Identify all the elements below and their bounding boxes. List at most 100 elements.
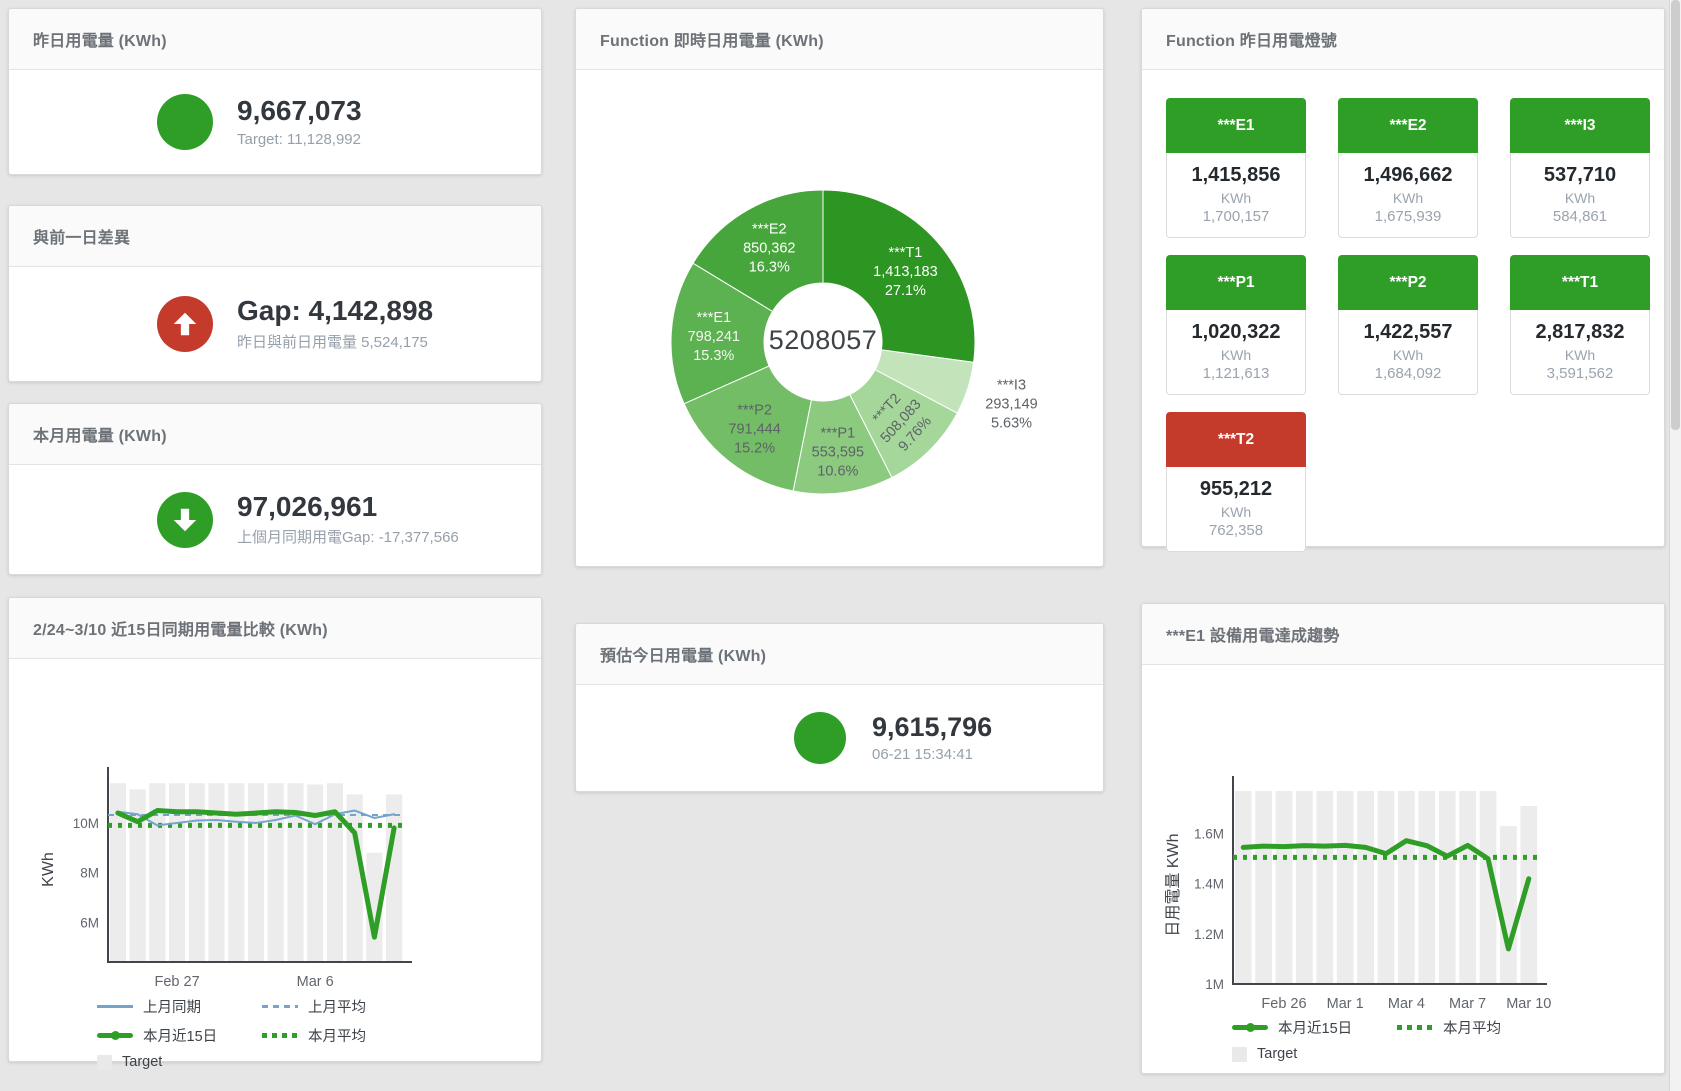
page-scrollbar[interactable] [1669,0,1681,1091]
legend-label: 上月同期 [143,996,201,1017]
month-usage-value: 97,026,961 [237,492,459,523]
light-tile-t1: ***T1 2,817,832KWh3,591,562 [1510,255,1650,395]
panel-e1-trend: ***E1 設備用電達成趨勢 1M1.2M1.4M1.6MFeb 26Mar 1… [1141,603,1665,1074]
legend-label: Target [122,1054,162,1070]
square-swatch-icon [97,1055,112,1070]
tile-value: 1,422,557 [1343,321,1473,344]
tile-unit: KWh [1171,347,1301,363]
legend-item[interactable]: 本月近15日 [1232,1017,1397,1038]
y-tick-label: 1.6M [1194,827,1224,842]
tile-value: 537,710 [1515,164,1645,187]
y-tick-label: 8M [80,866,99,881]
panel-realtime-donut: Function 即時日用電量 (KWh) ***T11,413,18327.1… [575,8,1104,567]
scrollbar-thumb[interactable] [1671,0,1680,430]
tile-value: 2,817,832 [1515,321,1645,344]
panel-title[interactable]: 昨日用電量 (KWh) [33,27,167,51]
x-tick-label: Mar 10 [1506,996,1551,1010]
month-usage-gap: 上個月同期用電Gap: -17,377,566 [237,526,459,547]
compare-line-chart[interactable]: 6M8M10MFeb 27Mar 6KWh [9,659,539,989]
panel-title[interactable]: Function 即時日用電量 (KWh) [600,27,824,51]
light-tile-t2: ***T2 955,212KWh762,358 [1166,412,1306,552]
panel-header: 本月用電量 (KWh) [9,404,541,465]
tile-target: 762,358 [1171,522,1301,539]
legend-item[interactable]: 上月平均 [262,996,437,1017]
trend-chart-legend: 本月近15日 本月平均 Target [1232,1017,1664,1062]
y-axis-label: KWh [40,852,57,887]
legend-item[interactable]: Target [97,1054,262,1070]
tile-header: ***T1 [1510,255,1650,310]
legend-item[interactable]: 上月同期 [97,996,262,1017]
x-tick-label: Mar 6 [297,974,334,989]
x-tick-label: Mar 4 [1388,996,1425,1010]
y-tick-label: 10M [73,816,99,831]
tile-value: 1,020,322 [1171,321,1301,344]
light-tile-e2: ***E2 1,496,662KWh1,675,939 [1338,98,1478,238]
y-tick-label: 1.2M [1194,927,1224,942]
tile-unit: KWh [1171,504,1301,520]
donut-chart[interactable]: ***T11,413,18327.1%***I3293,1495.63%***T… [576,70,1101,565]
target-bar [1459,791,1476,984]
arrow-up-icon [157,296,213,352]
target-bar [1316,791,1333,984]
compare-chart-body: 6M8M10MFeb 27Mar 6KWh 上月同期 上月平均 本月近15日 本… [9,659,541,1070]
light-tile-e1: ***E1 1,415,856KWh1,700,157 [1166,98,1306,238]
tile-unit: KWh [1343,347,1473,363]
target-bar [307,784,323,962]
estimate-timestamp: 06-21 15:34:41 [872,746,992,763]
legend-item[interactable]: 本月近15日 [97,1025,262,1046]
estimate-body: 9,615,796 06-21 15:34:41 [576,685,1103,791]
y-tick-label: 6M [80,915,99,930]
month-usage-body: 97,026,961 上個月同期用電Gap: -17,377,566 [9,465,541,574]
panel-title[interactable]: Function 昨日用電燈號 [1166,27,1337,51]
gap-value: Gap: 4,142,898 [237,296,433,327]
status-dot-green [157,94,213,150]
panel-lights: Function 昨日用電燈號 ***E1 1,415,856KWh1,700,… [1141,8,1665,547]
panel-header: 與前一日差異 [9,206,541,267]
tile-unit: KWh [1171,190,1301,206]
target-bar [1235,791,1252,984]
donut-center-total: 5208057 [713,325,933,356]
x-tick-label: Feb 26 [1261,996,1306,1010]
gap-subtitle: 昨日與前日用電量 5,524,175 [237,331,433,352]
lights-tile-grid: ***E1 1,415,856KWh1,700,157 ***E2 1,496,… [1142,70,1664,580]
target-bar [347,794,363,962]
tile-target: 1,684,092 [1343,365,1473,382]
line-swatch-icon [1232,1025,1268,1030]
panel-header: 預估今日用電量 (KWh) [576,624,1103,685]
square-swatch-icon [1232,1047,1247,1062]
target-bar [1357,791,1374,984]
panel-title[interactable]: 與前一日差異 [33,224,130,248]
panel-header: ***E1 設備用電達成趨勢 [1142,604,1664,665]
panel-title[interactable]: ***E1 設備用電達成趨勢 [1166,622,1340,646]
legend-item[interactable]: 本月平均 [262,1025,437,1046]
tile-value: 955,212 [1171,478,1301,501]
panel-title[interactable]: 預估今日用電量 (KWh) [600,642,766,666]
tile-value: 1,415,856 [1171,164,1301,187]
target-bar [248,783,264,962]
target-bar [110,783,126,962]
dashboard-page: { "colors":{ "green":"#2f9e27","red":"#c… [0,0,1681,1091]
target-bar [1398,791,1415,984]
trend-line-chart[interactable]: 1M1.2M1.4M1.6MFeb 26Mar 1Mar 4Mar 7Mar 1… [1142,665,1662,1010]
tile-header: ***P2 [1338,255,1478,310]
tile-unit: KWh [1515,190,1645,206]
tile-unit: KWh [1343,190,1473,206]
tile-target: 1,675,939 [1343,208,1473,225]
target-bar [1296,791,1313,984]
panel-title[interactable]: 2/24~3/10 近15日同期用電量比較 (KWh) [33,616,328,640]
panel-header: Function 昨日用電燈號 [1142,9,1664,70]
legend-item[interactable]: Target [1232,1046,1397,1062]
legend-label: Target [1257,1046,1297,1062]
target-bar [386,794,402,962]
tile-header: ***E1 [1166,98,1306,153]
panel-compare-chart: 2/24~3/10 近15日同期用電量比較 (KWh) 6M8M10MFeb 2… [8,597,542,1062]
yesterday-usage-value: 9,667,073 [237,96,362,127]
panel-title[interactable]: 本月用電量 (KWh) [33,422,167,446]
legend-item[interactable]: 本月平均 [1397,1017,1572,1038]
legend-label: 本月近15日 [1278,1017,1352,1038]
panel-header: Function 即時日用電量 (KWh) [576,9,1103,70]
tile-value: 1,496,662 [1343,164,1473,187]
compare-chart-legend: 上月同期 上月平均 本月近15日 本月平均 Target [97,996,541,1070]
legend-label: 本月近15日 [143,1025,217,1046]
legend-label: 上月平均 [308,996,366,1017]
